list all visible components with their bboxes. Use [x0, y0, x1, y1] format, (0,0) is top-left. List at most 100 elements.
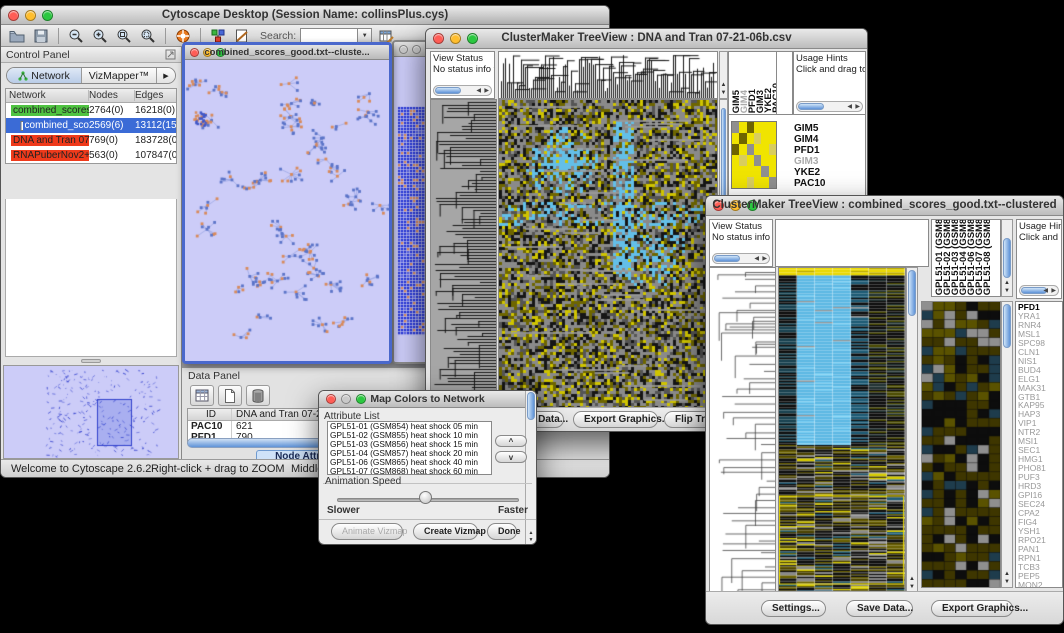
network-window-titlebar[interactable]: combined_scores_good.txt--cluste...: [185, 45, 389, 60]
heatmap-panel[interactable]: [498, 99, 718, 409]
scroll-down-icon[interactable]: ▼: [720, 90, 727, 96]
network-row[interactable]: combined_scores 2764(0) 16218(0): [6, 103, 176, 118]
save-session-button[interactable]: [31, 27, 51, 45]
zoom-heatmap-scrollbar[interactable]: ▲ ▼: [1001, 301, 1013, 588]
scroll-right-icon[interactable]: ▶: [1051, 287, 1056, 294]
tab-vizmapper-label: VizMapper™: [89, 70, 150, 82]
animate-vizmap-button[interactable]: Animate Vizmap: [331, 523, 403, 540]
scroll-down-icon[interactable]: ▼: [1002, 288, 1012, 294]
file-icon: [20, 121, 23, 131]
column-header-edges[interactable]: Edges: [135, 90, 176, 101]
main-titlebar[interactable]: Cytoscape Desktop (Session Name: collins…: [1, 6, 609, 25]
network-view-window-1[interactable]: combined_scores_good.txt--cluste...: [182, 42, 392, 364]
overview-cell: [747, 155, 754, 166]
column-dendrogram-panel[interactable]: [775, 219, 929, 267]
select-attributes-icon[interactable]: [190, 385, 214, 406]
scroll-right-icon[interactable]: ▶: [855, 103, 860, 110]
zoom-in-icon[interactable]: [90, 27, 110, 45]
network-row-selected[interactable]: combined_sco 2569(6) 13112(15): [6, 118, 176, 133]
column-label: GPL51-08 (GSM872): [982, 219, 990, 295]
column-labels-scrollbar[interactable]: ▲ ▼: [1001, 219, 1013, 297]
overview-cell: [739, 177, 746, 188]
network-table-header[interactable]: Network Nodes Edges: [6, 89, 176, 103]
network-tab-icon: [18, 71, 28, 81]
zoom-fit-icon[interactable]: [138, 27, 158, 45]
attribute-list-item[interactable]: GPL51-07 (GSM868) heat shock 60 min: [328, 467, 491, 475]
gene-labels-panel[interactable]: PFD1YRA1RNR4MSL1SPC98CLN1NIS1BUD4ELG1MAK…: [1015, 301, 1063, 588]
overview-cell: [769, 177, 776, 188]
done-button[interactable]: Done: [487, 523, 517, 540]
view-status-scrollbar[interactable]: ◀▶: [712, 253, 770, 264]
move-down-button[interactable]: v: [495, 451, 527, 463]
delete-attribute-icon[interactable]: [246, 385, 270, 406]
panel-divider-handle[interactable]: [81, 359, 101, 363]
overview-cell: [732, 166, 739, 177]
network-edges-count: 16218(0): [135, 105, 176, 116]
dendrogram-scrollbar[interactable]: ▲ ▼: [719, 51, 728, 99]
column-dendrogram-panel[interactable]: [498, 51, 718, 99]
usage-hints-scrollbar[interactable]: ◀▶: [796, 101, 863, 112]
attribute-list[interactable]: GPL51-01 (GSM854) heat shock 05 minGPL51…: [327, 421, 492, 475]
row-labels[interactable]: GIM5GIM4PFD1GIM3YKE2PAC10: [794, 123, 826, 189]
column-labels-panel[interactable]: GIM5GIM4PFD1GIM3YKE2PAC10: [728, 51, 777, 115]
network-row[interactable]: RNAPuberNov2+ 563(0) 107847(0): [6, 148, 176, 163]
scroll-down-icon[interactable]: ▼: [907, 584, 917, 590]
column-header-id[interactable]: ID: [188, 409, 232, 420]
minimize-button[interactable]: [412, 45, 421, 54]
animation-speed-slider-thumb[interactable]: [419, 491, 432, 504]
save-data-button[interactable]: Save Data...: [846, 600, 913, 617]
export-graphics-button[interactable]: Export Graphics...: [931, 600, 1013, 617]
control-panel: Control Panel Network VizMapper™ ▶ Net: [1, 47, 182, 461]
tab-more-arrow[interactable]: ▶: [157, 68, 175, 83]
overview-cell: [732, 155, 739, 166]
treeview-titlebar[interactable]: ClusterMaker TreeView : DNA and Tran 07-…: [426, 29, 867, 49]
scroll-down-icon[interactable]: ▼: [526, 537, 536, 543]
network-list-table: Network Nodes Edges combined_scores 2764…: [5, 88, 177, 164]
new-attribute-icon[interactable]: [218, 385, 242, 406]
zoom-out-icon[interactable]: [66, 27, 86, 45]
heatmap-panel[interactable]: [778, 267, 906, 593]
scroll-up-icon[interactable]: ▲: [720, 82, 727, 88]
network-row[interactable]: DNA and Tran 07 769(0) 183728(0): [6, 133, 176, 148]
overview-heatmap[interactable]: [731, 121, 777, 189]
birdseye-view[interactable]: [3, 365, 179, 459]
scroll-up-icon[interactable]: ▲: [1002, 571, 1012, 577]
scroll-right-icon[interactable]: ▶: [484, 87, 489, 94]
treeview-titlebar[interactable]: ClusterMaker TreeView : combined_scores_…: [706, 196, 1063, 216]
float-panel-icon[interactable]: [165, 49, 176, 63]
zoom-selected-icon[interactable]: [114, 27, 134, 45]
scroll-left-icon[interactable]: ◀: [754, 255, 759, 262]
scroll-left-icon[interactable]: ◀: [476, 87, 481, 94]
move-up-button[interactable]: ^: [495, 435, 527, 447]
create-vizmap-button[interactable]: Create Vizmap: [413, 523, 478, 540]
dialog-titlebar[interactable]: Map Colors to Network: [319, 391, 536, 408]
scroll-up-icon[interactable]: ▲: [907, 576, 917, 582]
scroll-left-icon[interactable]: ◀: [1043, 287, 1048, 294]
overview-cell: [732, 177, 739, 188]
attribute-list-scrollbar[interactable]: ▲ ▼: [525, 391, 536, 544]
column-labels-panel[interactable]: GPL51-01 (GSM854)GPL51-02 (GSM855)GPL51-…: [931, 219, 1001, 297]
view-status-scrollbar[interactable]: ◀▶: [433, 85, 492, 96]
row-dendrogram-panel[interactable]: [709, 267, 776, 593]
scroll-up-icon[interactable]: ▲: [1002, 280, 1012, 286]
tab-network[interactable]: Network: [7, 68, 82, 83]
open-session-button[interactable]: [7, 27, 27, 45]
row-dendrogram-panel[interactable]: [430, 99, 497, 409]
export-graphics-button[interactable]: Export Graphics...: [573, 411, 658, 428]
scroll-right-icon[interactable]: ▶: [762, 255, 767, 262]
scroll-left-icon[interactable]: ◀: [847, 103, 852, 110]
zoom-heatmap-panel[interactable]: [921, 301, 1001, 588]
column-header-nodes[interactable]: Nodes: [89, 90, 135, 101]
scroll-up-icon[interactable]: ▲: [526, 530, 536, 536]
network-canvas[interactable]: [185, 60, 389, 361]
usage-hints-scrollbar[interactable]: ◀▶: [1019, 285, 1059, 296]
search-dropdown-arrow-icon[interactable]: ▼: [358, 28, 372, 43]
control-panel-title: Control Panel: [6, 49, 70, 61]
scroll-down-icon[interactable]: ▼: [1002, 579, 1012, 585]
tab-vizmapper[interactable]: VizMapper™: [82, 68, 157, 83]
column-header-network[interactable]: Network: [6, 90, 89, 101]
heatmap-scrollbar[interactable]: ▲ ▼: [906, 267, 918, 593]
settings-button[interactable]: Settings...: [761, 600, 826, 617]
close-button[interactable]: [399, 45, 408, 54]
search-input[interactable]: [300, 28, 358, 43]
